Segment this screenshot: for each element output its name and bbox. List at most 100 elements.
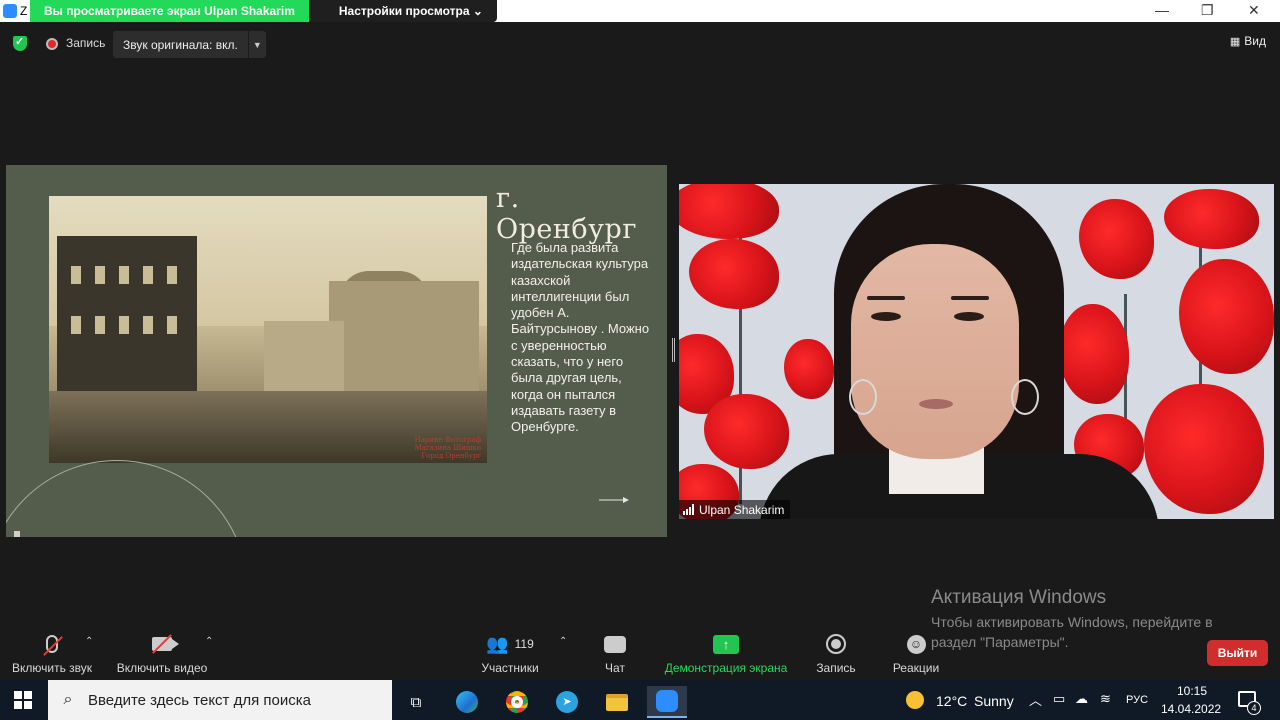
share-banner: Вы просматриваете экран Ulpan Shakarim Н…	[30, 0, 497, 22]
restore-button[interactable]: ❐	[1201, 2, 1214, 19]
wifi-icon[interactable]: ≋	[1100, 691, 1111, 707]
participant-video[interactable]	[679, 184, 1274, 519]
recording-label[interactable]: Запись	[66, 36, 105, 50]
background-poppy	[679, 184, 779, 239]
background-poppy	[784, 339, 834, 399]
participant-name-tag: Ulpan Shakarim	[679, 500, 791, 519]
notification-count-badge: 4	[1247, 701, 1261, 715]
slide-corner-icon	[14, 531, 20, 537]
photo-window	[143, 316, 153, 334]
chevron-down-icon[interactable]: ▼	[247, 31, 266, 58]
chrome-browser-icon[interactable]	[497, 686, 537, 718]
share-screen-icon: ↑	[713, 634, 739, 654]
language-indicator[interactable]: РУС	[1126, 694, 1148, 706]
participants-label: Участники	[481, 661, 539, 675]
participant-count: 119	[514, 637, 534, 651]
chat-button[interactable]: Чат	[595, 630, 635, 675]
share-screen-label: Демонстрация экрана	[664, 661, 788, 675]
security-shield-icon[interactable]	[13, 35, 27, 51]
search-placeholder: Введите здесь текст для поиска	[88, 691, 311, 709]
windows-activation-title: Активация Windows	[931, 587, 1107, 608]
slide-body-text: Где была развита издательская культура к…	[511, 240, 650, 435]
background-poppy	[1144, 384, 1264, 514]
background-poppy	[689, 239, 779, 309]
photo-caption-line: Нарине Фотограф	[414, 436, 481, 444]
unmute-label: Включить звук	[11, 661, 93, 675]
taskbar-search-input[interactable]: ⌕ Введите здесь текст для поиска	[48, 680, 392, 720]
edge-browser-icon[interactable]	[447, 686, 487, 718]
meeting-top-strip: Запись Звук оригинала: вкл. ▼ ▦ Вид	[0, 22, 1280, 66]
muted-mic-icon	[43, 635, 63, 656]
participant-earring	[849, 379, 877, 415]
search-icon: ⌕	[63, 691, 73, 708]
zoom-app-icon	[3, 4, 17, 18]
participant-eye	[954, 312, 984, 321]
view-settings-button[interactable]: Настройки просмотра ⌄	[308, 0, 497, 22]
photo-window	[71, 316, 81, 334]
unmute-button[interactable]: Включить звук	[10, 630, 94, 675]
signal-bars-icon	[683, 504, 694, 515]
photo-caption-line: Магазина Шишко	[414, 444, 481, 452]
photo-building-left	[57, 236, 197, 406]
telegram-icon[interactable]: ➤	[547, 686, 587, 718]
start-video-label: Включить видео	[116, 661, 208, 675]
record-label: Запись	[816, 661, 856, 675]
tray-chevron-up-icon[interactable]: ︿	[1029, 690, 1042, 709]
clock-time[interactable]: 10:15	[1177, 684, 1207, 698]
photo-window	[119, 266, 129, 284]
photo-window	[167, 266, 177, 284]
original-sound-label[interactable]: Звук оригинала: вкл.	[113, 38, 248, 52]
original-sound-toggle[interactable]: Звук оригинала: вкл. ▼	[113, 31, 266, 58]
share-banner-label: Вы просматриваете экран Ulpan Shakarim	[30, 0, 309, 22]
video-options-chevron-up-icon[interactable]: ⌃	[205, 636, 213, 647]
view-label: Вид	[1244, 34, 1266, 48]
photo-window	[119, 316, 129, 334]
title-bar: Z Вы просматриваете экран Ulpan Shakarim…	[0, 0, 1280, 22]
background-poppy	[1164, 189, 1259, 249]
participant-eyebrow	[867, 296, 905, 300]
weather-description[interactable]: Sunny	[974, 693, 1014, 709]
background-poppy	[1079, 199, 1154, 279]
participant-eye	[871, 312, 901, 321]
zoom-taskbar-icon[interactable]	[647, 686, 687, 718]
participants-button[interactable]: 👥 119 Участники	[478, 630, 542, 676]
photo-caption-line: Город Оренбург	[421, 452, 481, 460]
recording-icon	[46, 38, 58, 50]
start-video-button[interactable]: Включить видео	[114, 630, 210, 675]
audio-options-chevron-up-icon[interactable]: ⌃	[85, 636, 93, 647]
background-poppy	[1059, 304, 1129, 404]
share-screen-button[interactable]: ↑ Демонстрация экрана	[660, 630, 792, 675]
reactions-button[interactable]: ☺ Реакции	[889, 630, 943, 675]
clock-date[interactable]: 14.04.2022	[1161, 702, 1221, 716]
close-button[interactable]: ✕	[1248, 2, 1260, 19]
record-button[interactable]: Запись	[812, 630, 860, 675]
historical-photo: Нарине Фотограф Магазина Шишко Город Оре…	[49, 196, 487, 463]
participant-name: Ulpan Shakarim	[699, 502, 785, 517]
participant-mouth	[919, 399, 953, 409]
windows-taskbar: ⌕ Введите здесь текст для поиска ⧉ ➤ 12°…	[0, 680, 1280, 720]
minimize-button[interactable]: —	[1155, 2, 1169, 18]
participants-chevron-up-icon[interactable]: ⌃	[559, 636, 567, 647]
meet-now-icon[interactable]: ▭	[1053, 691, 1065, 707]
participant-eyebrow	[951, 296, 989, 300]
photo-caption: Нарине Фотограф Магазина Шишко Город Оре…	[415, 436, 481, 460]
weather-temperature[interactable]: 12°C	[936, 693, 967, 709]
pane-splitter-handle[interactable]	[672, 338, 675, 362]
participant-earring	[1011, 379, 1039, 415]
participants-icon: 👥	[486, 633, 509, 654]
grid-icon: ▦	[1229, 35, 1241, 48]
photo-window	[167, 316, 177, 334]
task-view-icon[interactable]: ⧉	[396, 686, 436, 718]
file-explorer-icon[interactable]	[597, 686, 637, 718]
background-poppy	[704, 394, 789, 469]
view-button[interactable]: ▦ Вид	[1230, 34, 1266, 48]
background-poppy	[1179, 259, 1274, 374]
onedrive-cloud-icon[interactable]: ☁	[1075, 691, 1088, 707]
leave-button[interactable]: Выйти	[1207, 640, 1268, 666]
slide-title: г. Оренбург	[496, 183, 637, 245]
video-off-icon	[152, 634, 179, 654]
windows-start-icon[interactable]	[14, 691, 32, 709]
record-icon	[826, 634, 846, 654]
chat-bubble-icon	[604, 635, 626, 653]
photo-building-right	[329, 281, 479, 391]
